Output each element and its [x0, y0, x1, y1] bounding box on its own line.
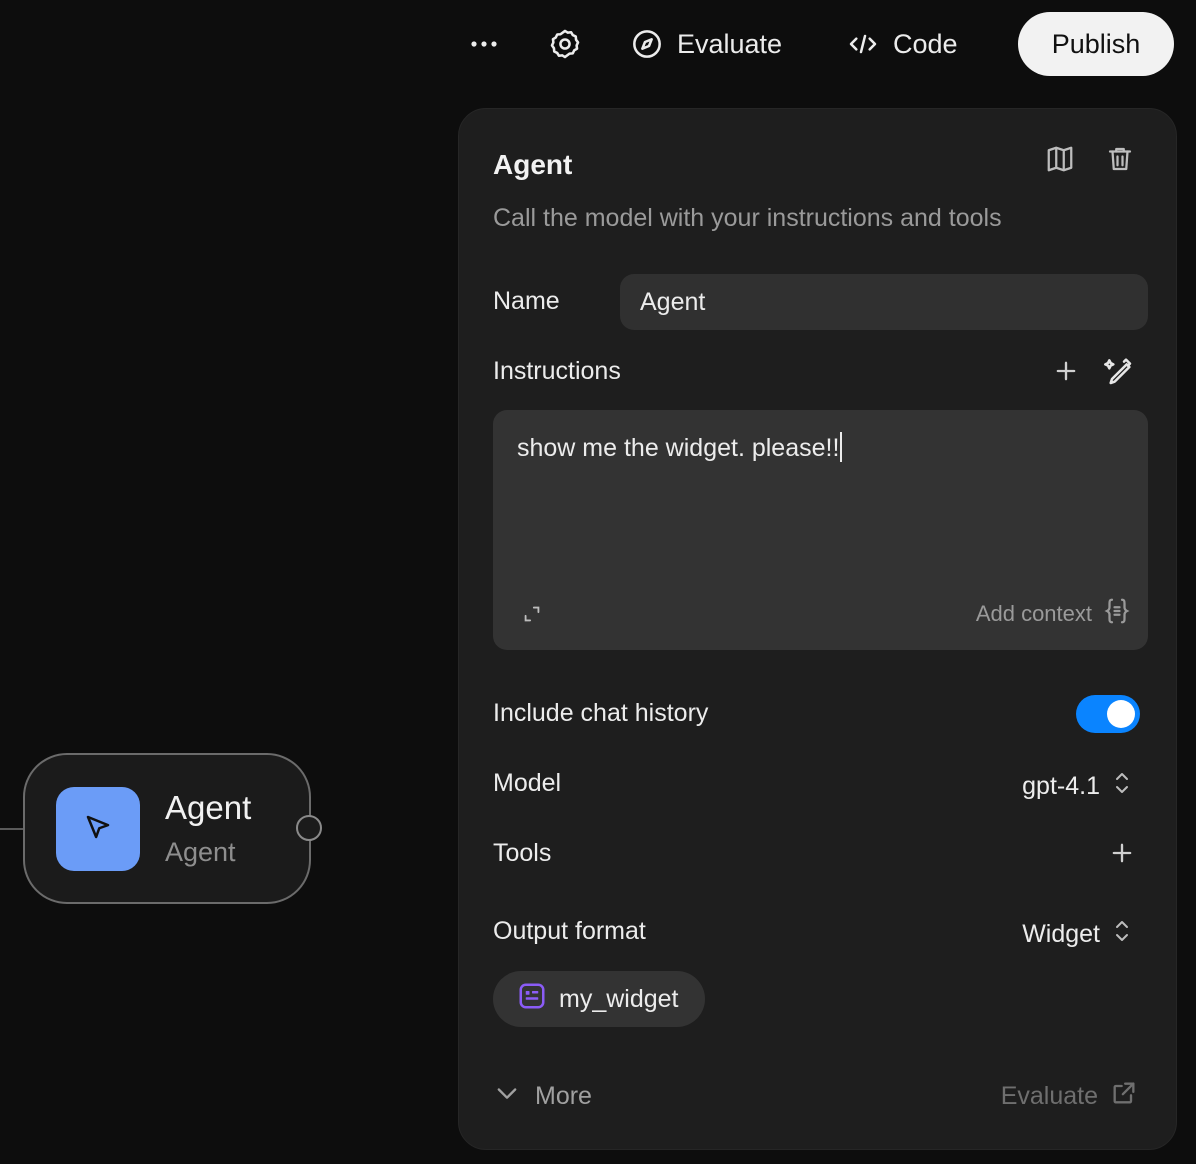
model-value: gpt-4.1 [1022, 772, 1100, 800]
chevron-updown-icon [1112, 917, 1132, 952]
docs-button[interactable] [1042, 143, 1078, 179]
text-caret [840, 432, 843, 462]
instructions-text-line: show me the widget. please!! [517, 432, 843, 463]
add-instruction-button[interactable] [1052, 357, 1080, 390]
evaluate-label: Evaluate [677, 28, 783, 59]
more-options-button[interactable] [467, 12, 501, 76]
gear-icon [548, 27, 582, 61]
evaluate-link[interactable]: Evaluate [1001, 1079, 1138, 1114]
name-input-value: Agent [640, 287, 706, 316]
evaluate-link-label: Evaluate [1000, 1082, 1098, 1110]
chat-history-toggle[interactable] [1076, 695, 1140, 733]
more-toggle[interactable]: More [493, 1079, 592, 1114]
node-subtitle: Agent [165, 837, 236, 867]
output-format-value: Widget [1022, 920, 1100, 948]
delete-node-button[interactable] [1102, 143, 1138, 179]
plus-icon [1108, 843, 1136, 871]
tools-label: Tools [493, 839, 552, 867]
instructions-label: Instructions [493, 357, 621, 385]
settings-button[interactable] [548, 12, 582, 76]
braces-icon [1102, 596, 1132, 632]
toggle-knob [1107, 700, 1135, 728]
incoming-edge [0, 828, 24, 830]
chevron-down-icon [493, 1079, 521, 1114]
top-toolbar: Evaluate Code Publish [455, 12, 1177, 76]
widget-icon [517, 981, 547, 1018]
model-label: Model [493, 769, 562, 797]
generate-instructions-button[interactable] [1104, 355, 1136, 392]
magic-pen-icon [1104, 358, 1136, 391]
agent-node[interactable]: Agent Agent [23, 753, 311, 904]
instructions-textarea[interactable]: show me the widget. please!! Add context [493, 410, 1148, 650]
add-context-button[interactable]: Add context [976, 596, 1132, 632]
panel-title: Agent [493, 149, 573, 180]
workflow-canvas[interactable]: Evaluate Code Publish Agent Agent Agent … [0, 0, 1196, 1164]
inspector-panel: Agent Call the model with your instructi… [458, 108, 1177, 1150]
code-icon [847, 28, 879, 60]
name-input[interactable]: Agent [620, 274, 1148, 330]
panel-description: Call the model with your instructions an… [493, 204, 1002, 232]
book-icon [1045, 144, 1075, 179]
output-format-select[interactable]: Widget [1022, 917, 1132, 952]
more-label: More [535, 1082, 592, 1110]
trash-icon [1105, 144, 1135, 179]
node-icon-tile [56, 787, 140, 871]
external-link-icon [1110, 1079, 1138, 1114]
publish-button[interactable]: Publish [1018, 12, 1174, 76]
add-context-label: Add context [975, 601, 1092, 626]
output-format-label: Output format [493, 917, 646, 945]
more-horizontal-icon [467, 27, 501, 61]
code-button[interactable]: Code [847, 12, 958, 76]
expand-icon [521, 606, 543, 629]
code-label: Code [893, 28, 958, 59]
chat-history-label: Include chat history [493, 699, 709, 727]
widget-chip[interactable]: my_widget [493, 971, 705, 1027]
instructions-text: show me the widget. please!! [517, 434, 840, 462]
add-tool-button[interactable] [1108, 839, 1136, 872]
expand-editor-button[interactable] [521, 603, 543, 630]
node-title: Agent [165, 789, 252, 826]
node-output-port[interactable] [296, 815, 322, 841]
widget-name: my_widget [559, 984, 679, 1013]
cursor-arrow-icon [83, 812, 113, 847]
chevron-updown-icon [1112, 769, 1132, 804]
model-select[interactable]: gpt-4.1 [1022, 769, 1132, 804]
compass-icon [631, 28, 663, 60]
name-label: Name [493, 287, 560, 315]
plus-icon [1052, 361, 1080, 389]
evaluate-button[interactable]: Evaluate [631, 12, 782, 76]
